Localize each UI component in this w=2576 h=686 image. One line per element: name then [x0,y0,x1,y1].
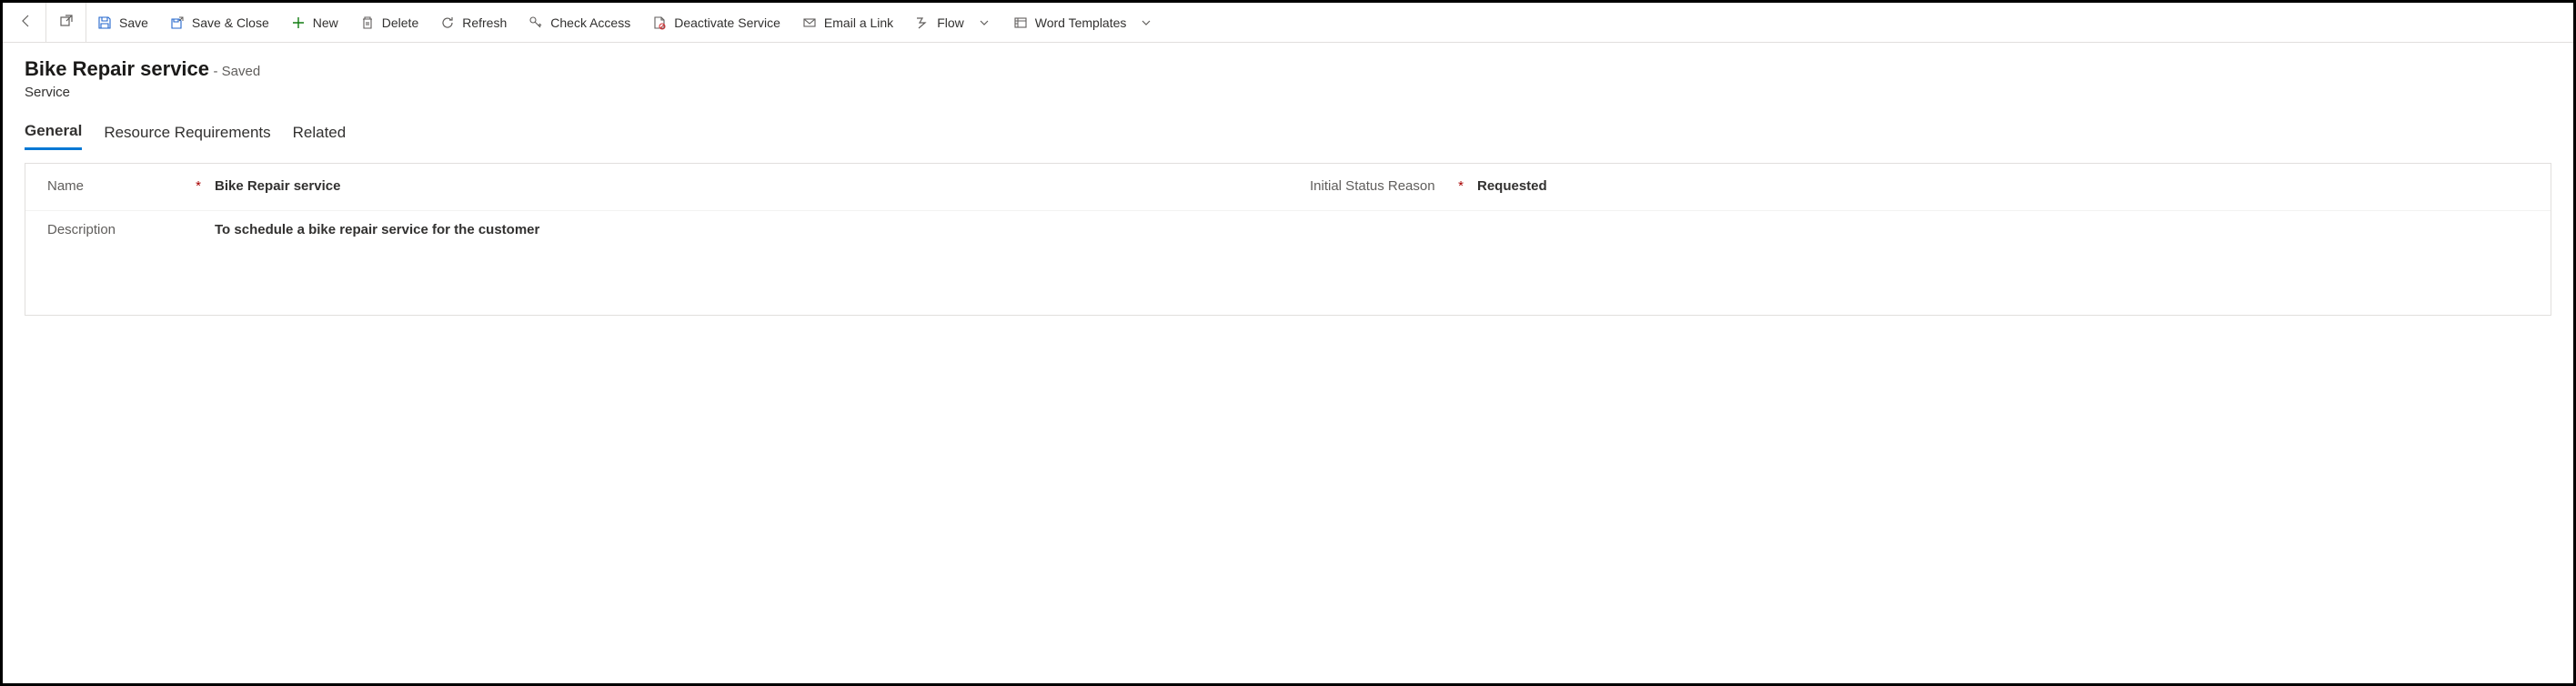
record-header: Bike Repair service - Saved Service [3,43,2573,107]
tab-resource-requirements[interactable]: Resource Requirements [104,122,270,150]
delete-label: Delete [382,15,418,30]
flow-button[interactable]: Flow [904,3,1002,43]
save-close-icon [170,15,185,30]
refresh-button[interactable]: Refresh [429,3,518,43]
name-value[interactable]: Bike Repair service [207,178,1288,194]
save-label: Save [119,15,148,30]
form-row-description: Description To schedule a bike repair se… [25,211,2551,311]
flow-label: Flow [937,15,964,30]
delete-trash-icon [360,15,375,30]
new-label: New [313,15,338,30]
word-templates-label: Word Templates [1035,15,1127,30]
record-title: Bike Repair service [25,57,209,80]
status-value[interactable]: Requested [1470,178,2551,194]
description-value[interactable]: To schedule a bike repair service for th… [207,222,1288,237]
tab-related[interactable]: Related [293,122,347,150]
email-link-label: Email a Link [824,15,893,30]
field-status: Initial Status Reason * Requested [1288,178,2551,194]
chevron-down-icon [1139,15,1153,30]
tab-bar: General Resource Requirements Related [3,107,2573,150]
save-button[interactable]: Save [86,3,159,43]
delete-button[interactable]: Delete [349,3,429,43]
field-name: Name * Bike Repair service [25,178,1288,194]
deactivate-label: Deactivate Service [674,15,780,30]
back-arrow-icon [19,14,34,31]
tab-general[interactable]: General [25,122,82,150]
open-new-window-button[interactable] [46,3,86,43]
field-description: Description To schedule a bike repair se… [25,222,1288,237]
new-plus-icon [291,15,306,30]
description-label: Description [25,222,189,237]
required-indicator: * [1452,178,1470,194]
new-button[interactable]: New [280,3,349,43]
email-link-button[interactable]: Email a Link [791,3,904,43]
status-label: Initial Status Reason [1288,178,1452,194]
refresh-label: Refresh [462,15,507,30]
name-label: Name [25,178,189,194]
form-row-name-status: Name * Bike Repair service Initial Statu… [25,167,2551,211]
deactivate-icon [652,15,667,30]
check-access-button[interactable]: Check Access [518,3,641,43]
entity-label: Service [25,85,2551,100]
chevron-down-icon [977,15,991,30]
popout-icon [59,14,74,31]
form-panel: Name * Bike Repair service Initial Statu… [25,163,2551,316]
word-templates-icon [1013,15,1028,30]
check-access-label: Check Access [550,15,630,30]
save-close-button[interactable]: Save & Close [159,3,280,43]
save-close-label: Save & Close [192,15,269,30]
saved-badge: - Saved [213,64,260,79]
refresh-icon [440,15,455,30]
command-bar: Save Save & Close New Delete Refresh Che… [3,3,2573,43]
flow-icon [915,15,930,30]
deactivate-button[interactable]: Deactivate Service [641,3,791,43]
required-indicator: * [189,178,207,194]
save-icon [97,15,112,30]
key-icon [528,15,543,30]
email-icon [802,15,817,30]
back-button[interactable] [6,3,46,43]
word-templates-button[interactable]: Word Templates [1002,3,1165,43]
